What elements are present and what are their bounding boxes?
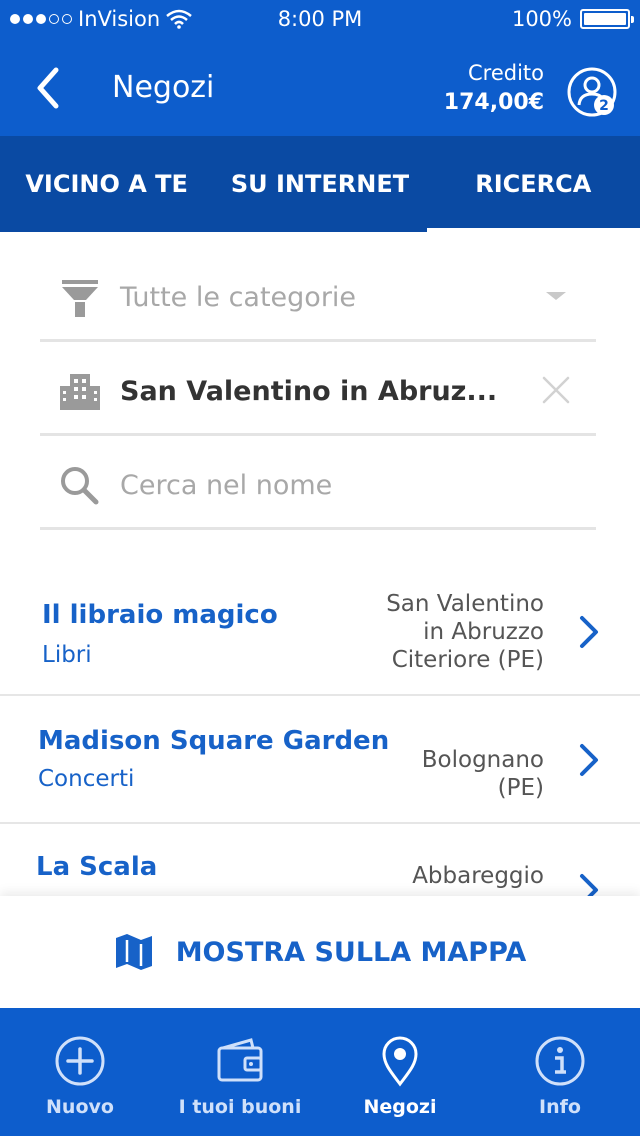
clear-icon[interactable]	[538, 372, 574, 408]
credit-info: Credito 174,00€	[444, 58, 544, 118]
store-location: Abbareggio	[412, 863, 544, 889]
chevron-right-icon	[580, 744, 598, 776]
store-name: Madison Square Garden	[38, 726, 390, 756]
store-location: San Valentino in Abruzzo Citeriore (PE)	[386, 591, 544, 673]
plus-circle-icon	[55, 1036, 105, 1086]
store-name: La Scala	[36, 852, 158, 882]
tab-ricerca[interactable]: RICERCA	[426, 136, 640, 232]
bottom-tab-label: I tuoi buoni	[178, 1096, 302, 1118]
wallet-icon	[217, 1038, 263, 1082]
map-pin-icon	[382, 1036, 418, 1087]
search-input[interactable]: Cerca nel nome	[40, 440, 596, 530]
profile-badge: 2	[599, 98, 609, 114]
segment-tabs: VICINO A TE SU INTERNET RICERCA	[0, 136, 640, 232]
category-select[interactable]: Tutte le categorie	[40, 252, 596, 342]
battery-percent: 100%	[511, 7, 572, 31]
page-title: Negozi	[112, 70, 215, 105]
bottom-tab-label: Negozi	[363, 1096, 437, 1118]
bottom-tab-label: Nuovo	[46, 1096, 114, 1118]
bottom-tab-i-tuoi-buoni[interactable]: I tuoi buoni	[160, 1008, 320, 1136]
profile-icon[interactable]: 2	[566, 66, 618, 118]
bottom-tab-info[interactable]: Info	[480, 1008, 640, 1136]
bottom-tab-bar: Nuovo I tuoi buoni Negozi Info	[0, 1008, 640, 1136]
store-category: Libri	[42, 642, 92, 668]
map-icon	[115, 934, 152, 970]
chevron-right-icon	[580, 616, 598, 648]
show-on-map-label: MOSTRA SULLA MAPPA	[175, 936, 527, 968]
battery-status: 100%	[511, 7, 634, 31]
credit-value: 174,00€	[443, 90, 544, 115]
list-item[interactable]: Il libraio magico Libri San Valentino in…	[0, 568, 640, 696]
list-item[interactable]: Madison Square Garden Concerti Bolognano…	[0, 696, 640, 824]
tab-su-internet[interactable]: SU INTERNET	[213, 136, 426, 232]
search-icon	[61, 467, 99, 505]
store-location: Bolognano (PE)	[421, 747, 544, 801]
credit-label: Credito	[467, 61, 544, 85]
bottom-tab-nuovo[interactable]: Nuovo	[0, 1008, 160, 1136]
store-category: Concerti	[38, 766, 135, 792]
dropdown-caret-icon	[546, 292, 566, 300]
store-name: Il libraio magico	[42, 600, 278, 630]
location-value: San Valentino in Abruz...	[120, 376, 498, 407]
bottom-tab-negozi[interactable]: Negozi	[320, 1008, 480, 1136]
building-icon	[60, 374, 100, 410]
battery-icon	[580, 9, 634, 29]
tab-vicino-a-te[interactable]: VICINO A TE	[0, 136, 213, 232]
funnel-icon	[62, 280, 98, 317]
show-on-map-button[interactable]: MOSTRA SULLA MAPPA	[0, 896, 640, 1008]
location-field[interactable]: San Valentino in Abruz...	[40, 346, 596, 436]
back-chevron-icon[interactable]	[26, 64, 74, 112]
status-bar: InVision 8:00 PM 100%	[0, 0, 640, 40]
category-placeholder: Tutte le categorie	[120, 282, 357, 313]
bottom-tab-label: Info	[539, 1096, 581, 1118]
search-placeholder: Cerca nel nome	[120, 470, 333, 501]
nav-bar: Negozi Credito 174,00€ 2	[0, 40, 640, 136]
info-icon	[535, 1036, 585, 1086]
